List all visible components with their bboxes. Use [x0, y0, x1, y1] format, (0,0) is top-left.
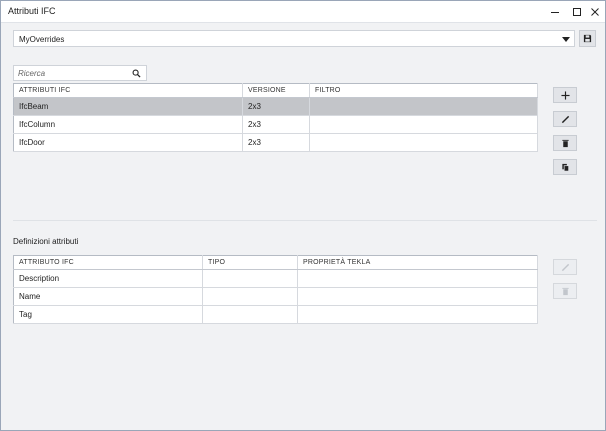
pencil-icon [561, 263, 569, 271]
cell-attribute: IfcColumn [13, 115, 243, 134]
search-icon [132, 69, 141, 78]
cell-version: 2x3 [242, 133, 310, 152]
cell-tekla-property [297, 269, 538, 288]
trash-icon [561, 287, 569, 295]
cell-attribute: Name [13, 287, 203, 306]
table-row[interactable]: IfcDoor 2x3 [13, 133, 538, 152]
cell-attribute: IfcDoor [13, 133, 243, 152]
overrides-selected-value: MyOverrides [19, 35, 65, 44]
save-button[interactable] [579, 30, 596, 47]
cell-filter [309, 133, 538, 152]
close-icon [591, 7, 599, 16]
cell-tekla-property [297, 305, 538, 324]
save-icon [583, 34, 592, 43]
ifc-attributes-table: ATTRIBUTI IFC VERSIONE FILTRO IfcBeam 2x… [13, 83, 538, 152]
cell-type [202, 287, 298, 306]
close-button[interactable] [587, 4, 603, 19]
table-header-row: ATTRIBUTI IFC VERSIONE FILTRO [13, 83, 538, 98]
add-button[interactable] [553, 87, 577, 103]
minimize-icon [551, 11, 559, 13]
cell-attribute: IfcBeam [13, 97, 243, 116]
window-title: Attributi IFC [8, 6, 56, 16]
copy-icon [561, 163, 569, 171]
plus-icon [560, 90, 570, 100]
column-header-version[interactable]: VERSIONE [242, 83, 310, 98]
definitions-section-title: Definizioni attributi [13, 237, 79, 246]
maximize-button[interactable] [569, 4, 585, 19]
main-window: Attributi IFC MyOverrides Ricerca ATTRIB… [0, 0, 606, 431]
attribute-definitions-table: ATTRIBUTO IFC TIPO PROPRIETÀ TEKLA Descr… [13, 255, 538, 324]
table-row[interactable]: IfcBeam 2x3 [13, 97, 538, 116]
cell-version: 2x3 [242, 97, 310, 116]
minimize-button[interactable] [547, 4, 563, 19]
column-header-attributes[interactable]: ATTRIBUTI IFC [13, 83, 243, 98]
maximize-icon [573, 7, 581, 16]
cell-filter [309, 115, 538, 134]
cell-type [202, 269, 298, 288]
table-header-row: ATTRIBUTO IFC TIPO PROPRIETÀ TEKLA [13, 255, 538, 270]
table-row[interactable]: IfcColumn 2x3 [13, 115, 538, 134]
column-header-filter[interactable]: FILTRO [309, 83, 538, 98]
column-header-type[interactable]: TIPO [202, 255, 298, 270]
copy-button[interactable] [553, 159, 577, 175]
overrides-dropdown[interactable]: MyOverrides [13, 30, 575, 47]
section-divider [13, 220, 597, 221]
pencil-icon [561, 115, 569, 123]
column-header-tekla-property[interactable]: PROPRIETÀ TEKLA [297, 255, 538, 270]
cell-attribute: Description [13, 269, 203, 288]
cell-type [202, 305, 298, 324]
chevron-down-icon [562, 37, 570, 42]
delete-definition-button[interactable] [553, 283, 577, 299]
cell-attribute: Tag [13, 305, 203, 324]
table-row[interactable]: Description [13, 269, 538, 288]
column-header-attribute[interactable]: ATTRIBUTO IFC [13, 255, 203, 270]
edit-button[interactable] [553, 111, 577, 127]
table-row[interactable]: Tag [13, 305, 538, 324]
cell-tekla-property [297, 287, 538, 306]
cell-version: 2x3 [242, 115, 310, 134]
cell-filter [309, 97, 538, 116]
table-row[interactable]: Name [13, 287, 538, 306]
delete-button[interactable] [553, 135, 577, 151]
search-placeholder: Ricerca [18, 69, 46, 78]
edit-definition-button[interactable] [553, 259, 577, 275]
search-input[interactable]: Ricerca [13, 65, 147, 81]
trash-icon [561, 139, 569, 147]
title-bar: Attributi IFC [1, 1, 605, 23]
